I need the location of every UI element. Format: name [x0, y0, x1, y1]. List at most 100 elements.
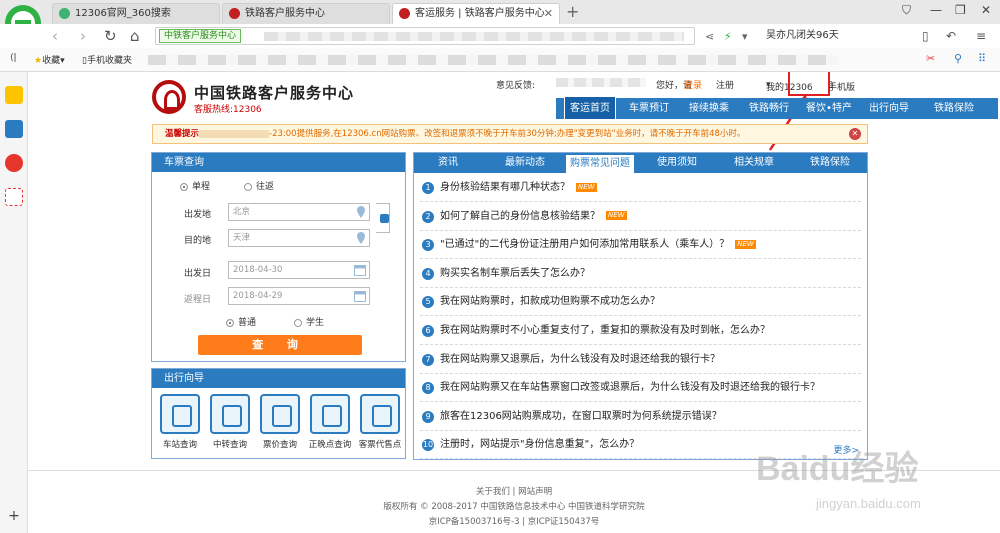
weibo-sidebar-icon[interactable] [5, 154, 23, 172]
home-icon[interactable]: ⌂ [130, 27, 140, 45]
faq-item[interactable]: 8 我在网站购票又在车站售票窗口改签或退票后，为什么钱没有及时退还给我的银行卡？ [420, 375, 861, 403]
minimize-button[interactable]: — [930, 3, 942, 17]
faq-item[interactable]: 9 旅客在12306网站购票成功，在窗口取票时为何系统提示错误？ [420, 404, 861, 431]
notes-sidebar-icon[interactable] [5, 120, 23, 138]
login-link[interactable]: 登录 [684, 78, 702, 91]
close-icon[interactable]: ✕ [849, 128, 861, 140]
close-window-button[interactable]: ✕ [981, 3, 991, 17]
nav-passenger-home[interactable]: 客运首页 [564, 96, 616, 119]
transfer-icon [210, 394, 250, 434]
feedback-link[interactable]: 意见反馈: [496, 78, 535, 91]
calendar-icon [354, 291, 366, 302]
railway-logo-icon[interactable] [152, 80, 186, 114]
forward-icon[interactable]: › [80, 27, 86, 45]
reload-icon[interactable]: ↻ [104, 27, 117, 45]
to-label: 目的地 [184, 236, 212, 246]
depart-date-input[interactable]: 2018-04-30 [228, 261, 370, 279]
site-name[interactable]: 中国铁路客户服务中心 [194, 82, 354, 103]
input-value: 天津 [233, 233, 251, 243]
favorites-sidebar-icon[interactable] [5, 86, 23, 104]
radio-round-trip[interactable]: 往返 [244, 179, 274, 192]
nav-rail-travel[interactable]: 铁路畅行 [740, 98, 798, 119]
guide-label: 客票代售点 [358, 440, 402, 450]
guide-label: 车站查询 [162, 440, 197, 450]
magnifier-icon[interactable]: ⚲ [954, 52, 962, 65]
add-sidebar-button[interactable]: + [5, 508, 23, 526]
nav-ticket-booking[interactable]: 车票预订 [620, 98, 678, 119]
restore-button[interactable]: ❐ [955, 3, 966, 17]
guide-agency-query[interactable]: 客票代售点 [357, 394, 403, 450]
return-date-input[interactable]: 2018-04-29 [228, 287, 370, 305]
email-sidebar-icon[interactable] [5, 188, 23, 206]
faq-question: 我在网站购票又退票后，为什么钱没有及时退还给我的银行卡？ [440, 353, 720, 365]
radio-one-way[interactable]: 单程 [180, 179, 210, 192]
dropdown-icon[interactable]: ▾ [742, 30, 748, 43]
guide-label: 中转查询 [212, 440, 247, 450]
lightning-icon[interactable]: ⚡ [724, 30, 732, 43]
bookmark-label: 手机收藏夹 [86, 56, 132, 66]
faq-question: 我在网站购票时，扣款成功但购票不成功怎么办？ [440, 296, 660, 308]
radio-student[interactable]: 学生 [294, 315, 324, 328]
faq-number-icon: 4 [422, 267, 434, 280]
faq-question: 注册时，网站提示"身份信息重复"，怎么办？ [440, 439, 640, 451]
watermark-url: jingyan.baidu.com [815, 496, 921, 511]
faq-item[interactable]: 7 我在网站购票又退票后，为什么钱没有及时退还给我的银行卡？ [420, 347, 861, 374]
new-tab-button[interactable]: + [566, 2, 579, 21]
from-input[interactable]: 北京 [228, 203, 370, 221]
address-bar-row: ‹ › ↻ ⌂ 中铁客户服务中心 ⋖ ⚡ ▾ 吴亦凡闭关96天 ▯ ↶ ≡ [0, 24, 1000, 48]
radio-adult[interactable]: 普通 [226, 315, 256, 328]
main-nav: 客运首页 车票预订 接续换乘 铁路畅行 餐饮•特产 出行向导 铁路保险 [556, 96, 998, 119]
tab-news[interactable]: 资讯 [418, 153, 478, 173]
input-value: 2018-04-30 [233, 265, 283, 275]
faq-item[interactable]: 5 我在网站购票时，扣款成功但购票不成功怎么办？ [420, 289, 861, 317]
railway-tab-icon [399, 8, 410, 19]
tab-insurance[interactable]: 铁路保险 [794, 153, 866, 173]
tab-search[interactable]: 12306官网_360搜索 [52, 3, 220, 24]
tab-rules[interactable]: 相关规章 [716, 153, 792, 173]
nav-travel-guide[interactable]: 出行向导 [860, 98, 918, 119]
collapse-sidebar-icon[interactable]: ⟨| [10, 53, 17, 63]
bookmark-favorites[interactable]: ★收藏▾ [34, 53, 65, 66]
tab-ticket-faq[interactable]: 购票常见问题 [566, 155, 634, 173]
back-icon[interactable]: ‹ [52, 27, 58, 45]
tab-notice[interactable]: 使用须知 [640, 153, 714, 173]
share-icon[interactable]: ⋖ [705, 30, 714, 43]
bookmark-mobile[interactable]: ▯手机收藏夹 [82, 53, 132, 66]
nav-transfer[interactable]: 接续换乘 [680, 98, 738, 119]
nav-insurance[interactable]: 铁路保险 [922, 98, 986, 119]
guide-fare-query[interactable]: 票价查询 [257, 394, 303, 450]
search-box[interactable]: 吴亦凡闭关96天 [760, 27, 910, 45]
swap-stations-button[interactable] [376, 203, 390, 233]
bookmark-label: 收藏 [42, 56, 61, 66]
guide-transfer-query[interactable]: 中转查询 [207, 394, 253, 450]
guide-station-query[interactable]: 车站查询 [157, 394, 203, 450]
phone-icon[interactable]: ▯ [922, 29, 929, 43]
blurred-feedback [556, 78, 646, 87]
depart-label: 出发日 [184, 269, 212, 279]
tab-latest[interactable]: 最新动态 [488, 153, 562, 173]
faq-item[interactable]: 6 我在网站购票时不小心重复支付了，重复扣的票款没有及时到帐，怎么办？ [420, 318, 861, 345]
to-input[interactable]: 天津 [228, 229, 370, 247]
undo-icon[interactable]: ↶ [946, 29, 956, 43]
menu-icon[interactable]: ≡ [976, 29, 986, 43]
shirt-icon[interactable]: ⛉ [902, 3, 911, 18]
faq-item[interactable]: 3 "已通过"的二代身份证注册用户如何添加常用联系人（乘车人）？ NEW [420, 232, 861, 260]
tab-title: 铁路客户服务中心 [245, 8, 325, 19]
tab-passenger-service[interactable]: 客运服务 | 铁路客户服务中心 ✕ [392, 3, 560, 24]
faq-item[interactable]: 1 身份核验结果有哪几种状态？ NEW [420, 175, 861, 202]
query-button[interactable]: 查 询 [198, 335, 362, 355]
scissors-icon[interactable]: ✂ [926, 52, 935, 65]
faq-question: 我在网站购票时不小心重复支付了，重复扣的票款没有及时到帐，怎么办？ [440, 325, 770, 336]
nav-catering[interactable]: 餐饮•特产 [800, 98, 858, 119]
grid-icon[interactable]: ⠿ [978, 52, 986, 65]
panel-title: 出行向导 [152, 369, 405, 388]
tab-railway[interactable]: 铁路客户服务中心 [222, 3, 390, 24]
guide-delay-query[interactable]: 正晚点查询 [307, 394, 353, 450]
faq-item[interactable]: 4 购买实名制车票后丢失了怎么办？ [420, 261, 861, 288]
register-link[interactable]: 注册 [716, 78, 734, 91]
faq-number-icon: 10 [422, 439, 434, 452]
site-security-tag: 中铁客户服务中心 [159, 29, 242, 43]
faq-item[interactable]: 2 如何了解自己的身份信息核验结果？ NEW [420, 204, 861, 231]
address-input[interactable]: 中铁客户服务中心 [155, 27, 695, 45]
close-tab-icon[interactable]: ✕ [544, 4, 553, 23]
